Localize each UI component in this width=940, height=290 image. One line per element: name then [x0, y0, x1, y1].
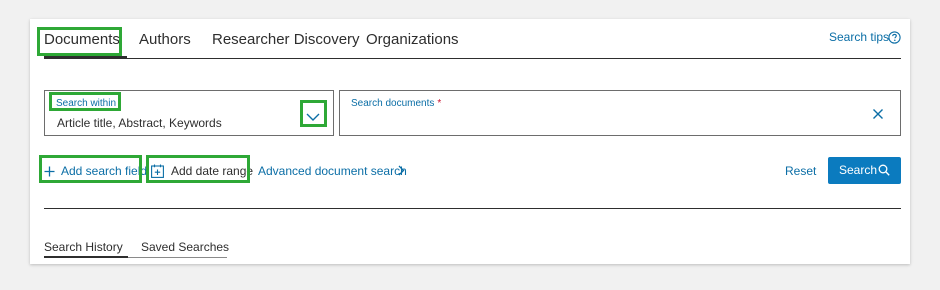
tab-search-history[interactable]: Search History [44, 240, 123, 254]
chevron-right-icon [398, 165, 405, 176]
calendar-plus-icon [151, 164, 164, 178]
search-button-label: Search [839, 163, 878, 177]
tab-authors[interactable]: Authors [139, 31, 191, 48]
tabs-divider [44, 58, 901, 59]
chevron-down-icon[interactable] [302, 106, 324, 128]
advanced-document-search-link[interactable]: Advanced document search [258, 164, 407, 178]
search-documents-label: Search documents * [351, 98, 442, 109]
tab-saved-searches[interactable]: Saved Searches [141, 240, 229, 254]
search-type-tabs: Documents Authors Researcher Discovery O… [30, 19, 910, 60]
search-icon [878, 164, 890, 176]
tab-organizations[interactable]: Organizations [366, 31, 459, 48]
add-date-range-label: Add date range [171, 164, 254, 178]
reset-button[interactable]: Reset [785, 164, 816, 178]
search-button[interactable]: Search [828, 157, 901, 184]
section-divider [44, 208, 901, 209]
search-tips-link[interactable]: Search tips [829, 30, 889, 44]
close-icon[interactable] [872, 108, 884, 120]
history-tabs-divider [128, 257, 227, 258]
search-within-select[interactable]: Search within Article title, Abstract, K… [44, 90, 334, 136]
plus-icon [44, 166, 55, 177]
tab-researcher-discovery[interactable]: Researcher Discovery [212, 31, 360, 48]
required-asterisk: * [437, 98, 442, 109]
search-within-value: Article title, Abstract, Keywords [57, 116, 222, 130]
question-circle-icon[interactable] [888, 31, 901, 44]
search-panel: Documents Authors Researcher Discovery O… [30, 19, 910, 264]
add-search-field-label: Add search field [61, 164, 148, 178]
tab-documents[interactable]: Documents [44, 31, 120, 48]
search-documents-field[interactable]: Search documents * [339, 90, 901, 136]
active-history-tab-indicator [44, 256, 128, 258]
search-within-label: Search within [56, 98, 117, 109]
